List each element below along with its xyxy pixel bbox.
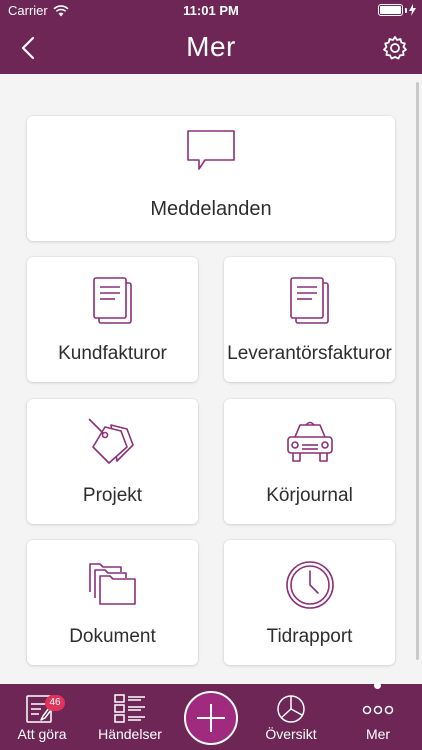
tab-overview-label: Översikt [265,726,317,742]
price-tag-icon [87,418,134,464]
plus-icon [197,704,225,732]
status-time: 11:01 PM [183,3,239,18]
add-button[interactable] [184,691,238,745]
customer-invoices-label: Kundfakturor [58,343,167,364]
page-title: Mer [186,31,236,62]
documents-card[interactable]: Dokument [27,540,198,665]
tab-todo[interactable]: 46 Att göra [0,692,84,742]
clock-icon [285,561,334,609]
list-icon [114,694,145,723]
scrollbar[interactable] [416,82,419,660]
tab-todo-label: Att göra [17,726,67,742]
car-icon [286,421,333,462]
gear-icon[interactable] [382,35,408,61]
status-bar: Carrier 11:01 PM [0,0,422,22]
charging-icon [409,4,416,16]
tab-more[interactable]: Mer [336,692,420,742]
battery-icon [378,4,403,16]
projects-label: Projekt [82,485,143,506]
tab-more-label: Mer [365,726,391,742]
tab-events-label: Händelser [98,726,162,742]
folder-stack-icon [88,563,136,605]
mileage-log-card[interactable]: Körjournal [224,399,395,524]
navigation-bar: Mer [0,22,422,74]
supplier-invoices-label: Leverantörsfakturor [227,343,392,364]
messages-card[interactable]: Meddelanden [27,116,395,241]
tab-overview[interactable]: Översikt [249,692,333,742]
documents-label: Dokument [69,626,156,647]
projects-card[interactable]: Projekt [27,399,198,524]
customer-invoices-card[interactable]: Kundfakturor [27,257,198,382]
mileage-log-label: Körjournal [266,485,353,506]
todo-count-badge: 46 [45,695,65,711]
active-tab-indicator [374,682,381,689]
document-stack-icon [92,277,132,324]
tab-events[interactable]: Händelser [88,692,172,742]
messages-label: Meddelanden [150,198,272,220]
more-dots-icon [362,705,394,715]
supplier-invoices-card[interactable]: Leverantörsfakturor [224,257,395,382]
time-report-card[interactable]: Tidrapport [224,540,395,665]
speech-bubble-icon [187,130,235,170]
pie-chart-icon [277,695,305,723]
time-report-label: Tidrapport [266,626,353,647]
document-stack-icon [289,277,329,324]
